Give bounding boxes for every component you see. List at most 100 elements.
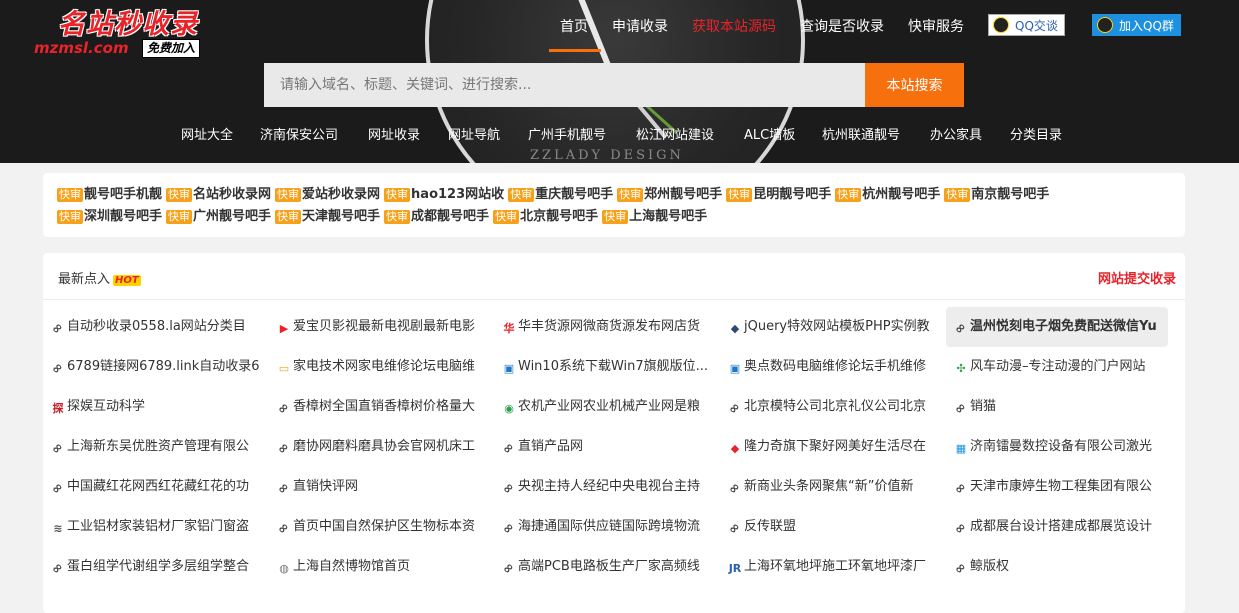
subnav-link[interactable]: ALC墙板 [744,124,795,143]
fast-review-link[interactable]: 快审 靓号吧手机靓 [57,183,162,202]
quick-links-row: 快审 深圳靓号吧手 快审 广州靓号吧手 快审 天津靓号吧手 快审 成都靓号吧手 快审 北京靓号吧手… [57,205,1171,227]
fast-review-badge: 快审 [602,210,629,224]
subnav-link[interactable]: 分类目录 [1010,124,1062,143]
fast-review-link[interactable]: 快审 杭州靓号吧手 [835,183,940,202]
site-link[interactable]: ∞蛋白组学代谢组学多层组学整合 [43,547,265,587]
site-link[interactable]: ≋ 工业铝材家装铝材厂家铝门窗盗 [43,507,265,547]
fast-review-link[interactable]: 快审 北京靓号吧手 [493,205,598,224]
subnav-link[interactable]: 济南保安公司 [260,124,338,143]
link-icon: ∞ [951,319,970,338]
site-logo-icon: ◆ [730,322,740,335]
site-link[interactable]: ▦ 济南镭曼数控设备有限公司激光 [946,427,1168,467]
site-link[interactable]: ∞央视主持人经纪中央电视台主持 [494,467,716,507]
fast-review-link[interactable]: 快审 爱站秒收录网 [275,183,380,202]
site-link[interactable]: ✣ 风车动漫–专注动漫的门户网站 [946,347,1168,387]
subnav-link[interactable]: 松江网站建设 [636,124,714,143]
site-link[interactable]: ∞上海新东吴优胜资产管理有限公 [43,427,265,467]
site-logo[interactable]: 名站秒收录 [58,2,198,41]
site-link[interactable]: ∞6789链接网6789.link自动收录6 [43,347,265,387]
site-link[interactable]: ▶ 爱宝贝影视最新电视剧最新电影 [269,307,491,347]
link-icon: ∞ [499,559,518,578]
banner-text: ZZLADY DESIGN [530,148,684,163]
site-link[interactable]: ▣ Win10系统下载Win7旗舰版位... [494,347,716,387]
fast-review-link[interactable]: 快审 hao123网站收 [384,183,504,202]
site-link[interactable]: ∞新商业头条网聚焦“新”价值新 [720,467,942,507]
site-link-text: 鲸版权 [970,559,1010,574]
search-input[interactable] [264,63,865,107]
nav-active-indicator [549,49,601,52]
link-icon: ∞ [48,359,67,378]
site-link-text: 6789链接网6789.link自动收录6 [67,359,260,374]
link-icon: ∞ [274,479,293,498]
site-link[interactable]: ∞首页中国自然保护区生物标本资 [269,507,491,547]
site-link[interactable]: 华华丰货源网微商货源发布网店货 [494,307,716,347]
fast-review-link[interactable]: 快审 名站秒收录网 [166,183,271,202]
nav-apply[interactable]: 申请收录 [612,16,668,36]
site-link[interactable]: ∞直销快评网 [269,467,491,507]
fast-review-badge: 快审 [835,188,862,202]
subnav-link[interactable]: 杭州联通靓号 [822,124,900,143]
subnav-link[interactable]: 网址导航 [448,124,500,143]
link-icon: ∞ [499,439,518,458]
site-link[interactable]: ▭ 家电技术网家电维修论坛电脑维 [269,347,491,387]
site-link[interactable]: ∞香樟树全国直销香樟树价格量大 [269,387,491,427]
fast-review-link[interactable]: 快审 重庆靓号吧手 [508,183,613,202]
subnav-link[interactable]: 广州手机靓号 [528,124,606,143]
monitor-icon: ▣ [503,362,515,375]
qq-group-button[interactable]: 加入QQ群 [1092,14,1181,36]
fast-review-link-text: 郑州靓号吧手 [644,187,723,202]
subnav-link[interactable]: 网址大全 [181,124,233,143]
nav-check-indexed[interactable]: 查询是否收录 [800,16,884,36]
fast-review-link[interactable]: 快审 郑州靓号吧手 [617,183,722,202]
fast-review-link[interactable]: 快审 天津靓号吧手 [275,205,380,224]
site-link[interactable]: ◍ 上海自然博物馆首页 [269,547,491,587]
site-link[interactable]: ∞销猫 [946,387,1168,427]
site-link-text: 工业铝材家装铝材厂家铝门窗盗 [67,519,250,534]
fast-review-link-text: 上海靓号吧手 [629,209,708,224]
site-link[interactable]: ∞鲸版权 [946,547,1168,587]
fast-review-link[interactable]: 快审 昆明靓号吧手 [726,183,831,202]
site-link[interactable]: ∞磨协网磨料磨具协会官网机床工 [269,427,491,467]
nav-home[interactable]: 首页 [560,16,588,36]
folder-icon: ▭ [278,362,290,375]
site-link[interactable]: ∞高端PCB电路板生产厂家高频线 [494,547,716,587]
site-link-text: 爱宝贝影视最新电视剧最新电影 [293,319,476,334]
link-icon: ∞ [499,479,518,498]
fast-review-link[interactable]: 快审 深圳靓号吧手 [57,205,162,224]
nav-get-source[interactable]: 获取本站源码 [692,16,776,36]
nav-fast-review[interactable]: 快审服务 [908,16,964,36]
site-link[interactable]: ∞直销产品网 [494,427,716,467]
site-link[interactable]: ◉ 农机产业网农业机械产业网是粮 [494,387,716,427]
globe-icon: ◉ [504,402,514,415]
subnav-link[interactable]: 办公家具 [930,124,982,143]
site-link[interactable]: ∞北京模特公司北京礼仪公司北京 [720,387,942,427]
site-link[interactable]: ▣ 奥点数码电脑维修论坛手机维修 [720,347,942,387]
site-link[interactable]: ◆ 隆力奇旗下聚好网美好生活尽在 [720,427,942,467]
qq-chat-button[interactable]: QQ交谈 [988,14,1065,36]
submit-site-link[interactable]: 网站提交收录 [1098,268,1176,287]
site-link[interactable]: ∞反传联盟 [720,507,942,547]
site-link[interactable]: JR 上海环氧地坪施工环氧地坪漆厂 [720,547,942,587]
fast-review-link[interactable]: 快审 上海靓号吧手 [602,205,707,224]
site-link[interactable]: ∞温州悦刻电子烟免费配送微信Yu [946,307,1168,347]
video-icon: ▶ [279,322,289,335]
site-link[interactable]: 探探娱互动科学 [43,387,265,427]
search-button[interactable]: 本站搜索 [865,63,964,107]
site-link[interactable]: ∞自动秒收录0558.la网站分类目 [43,307,265,347]
site-link[interactable]: ∞海捷通国际供应链国际跨境物流 [494,507,716,547]
logo-domain: mzmsl.com [34,39,129,57]
site-link[interactable]: ∞中国藏红花网西红花藏红花的功 [43,467,265,507]
subnav-link[interactable]: 网址收录 [368,124,420,143]
site-link[interactable]: ∞成都展台设计搭建成都展览设计 [946,507,1168,547]
fast-review-link[interactable]: 快审 成都靓号吧手 [384,205,489,224]
site-link[interactable]: ∞天津市康婷生物工程集团有限公 [946,467,1168,507]
site-link-text: 北京模特公司北京礼仪公司北京 [744,399,927,414]
site-link[interactable]: ◆ jQuery特效网站模板PHP实例教 [720,307,942,347]
fast-review-link[interactable]: 快审 南京靓号吧手 [944,183,1049,202]
fast-review-link[interactable]: 快审 广州靓号吧手 [166,205,271,224]
fast-review-badge: 快审 [493,210,520,224]
link-icon: ∞ [725,399,744,418]
link-icon: ∞ [274,439,293,458]
fast-review-badge: 快审 [166,188,193,202]
quick-links-row: 快审 靓号吧手机靓 快审 名站秒收录网 快审 爱站秒收录网 快审 hao123网站收 快审 重庆靓… [57,183,1171,205]
